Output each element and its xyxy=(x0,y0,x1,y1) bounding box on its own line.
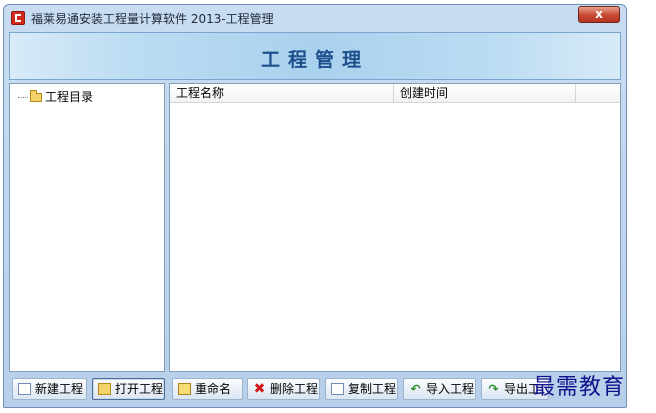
app-logo-icon xyxy=(11,11,25,25)
column-header-project-name[interactable]: 工程名称 xyxy=(170,84,394,102)
rename-button[interactable]: 重命名 xyxy=(172,378,243,400)
title-bar[interactable]: 福莱易通安装工程量计算软件 2013-工程管理 x xyxy=(4,5,626,31)
delete-icon: ✖ xyxy=(253,381,266,397)
tree-item-project-directory[interactable]: 工程目录 xyxy=(18,88,93,104)
button-label: 导入工程 xyxy=(426,382,475,396)
page-title: 工程管理 xyxy=(260,49,369,71)
folder-open-icon xyxy=(98,383,111,395)
tree-item-label: 工程目录 xyxy=(45,90,94,104)
export-icon: ↷ xyxy=(488,382,499,396)
column-header-created-time[interactable]: 创建时间 xyxy=(394,84,576,102)
button-label: 打开工程 xyxy=(115,382,164,396)
header-banner: 工程管理 xyxy=(9,32,621,80)
close-button[interactable]: x xyxy=(578,6,620,23)
import-project-button[interactable]: ↶ 导入工程 xyxy=(403,378,476,400)
window-title: 福莱易通安装工程量计算软件 2013-工程管理 xyxy=(31,12,274,26)
button-label: 复制工程 xyxy=(348,382,397,396)
column-header-extra[interactable] xyxy=(576,84,620,102)
project-list[interactable]: 工程名称 创建时间 xyxy=(169,83,621,372)
import-icon: ↶ xyxy=(410,382,421,396)
folder-icon xyxy=(30,90,42,102)
button-label: 重命名 xyxy=(195,382,232,396)
new-file-icon xyxy=(18,383,31,395)
open-project-button[interactable]: 打开工程 xyxy=(92,378,165,400)
delete-project-button[interactable]: ✖ 删除工程 xyxy=(247,378,320,400)
list-header: 工程名称 创建时间 xyxy=(170,84,620,103)
button-label: 删除工程 xyxy=(270,382,319,396)
watermark-text: 最需教育 xyxy=(533,375,626,400)
rename-icon xyxy=(178,383,191,395)
project-tree: 工程目录 xyxy=(9,83,165,372)
button-label: 新建工程 xyxy=(35,382,84,396)
copy-project-button[interactable]: 复制工程 xyxy=(325,378,398,400)
new-project-button[interactable]: 新建工程 xyxy=(12,378,87,400)
bottom-toolbar: 新建工程 打开工程 重命名 ✖ 删除工程 复制工程 ↶ 导入工程 ↷ 导出工 xyxy=(9,376,621,402)
copy-icon xyxy=(331,383,344,395)
project-manager-window: 福莱易通安装工程量计算软件 2013-工程管理 x 工程管理 工程目录 工程名称… xyxy=(3,4,627,408)
tree-connector xyxy=(18,97,28,98)
